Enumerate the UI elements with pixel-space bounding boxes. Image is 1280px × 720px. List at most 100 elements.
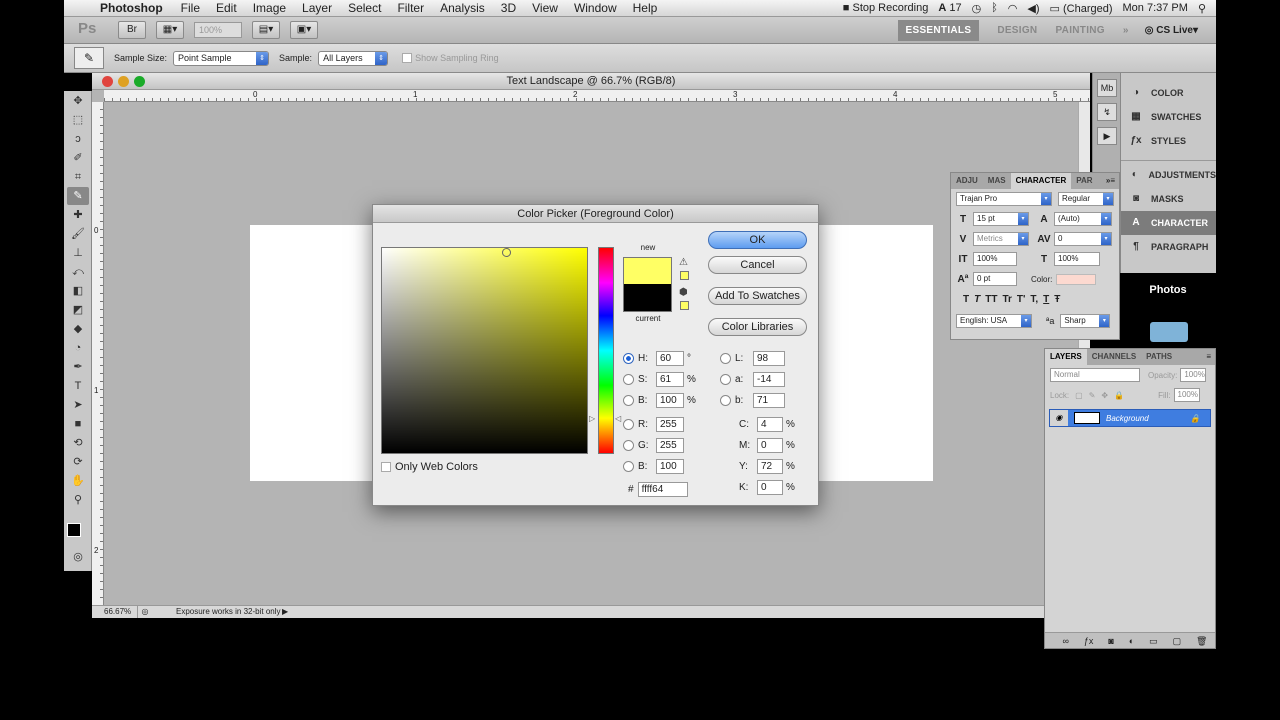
lab-b-field[interactable]: 71 [753,393,785,408]
quick-selection-tool-icon[interactable]: ✐ [67,149,89,167]
new-layer-icon[interactable]: ▢ [1173,633,1182,648]
saturation-brightness-field[interactable] [381,247,588,454]
volume-icon[interactable]: ◀) [1027,2,1039,15]
workspace-essentials[interactable]: ESSENTIALS [897,19,980,41]
wifi-icon[interactable]: ◠ [1008,2,1018,15]
vertical-scale-field[interactable]: 100% [973,252,1017,266]
brightness-field[interactable]: 100 [656,393,684,408]
panel-styles[interactable]: ƒx STYLES [1121,129,1216,153]
tab-paragraph[interactable]: PAR [1071,173,1097,189]
gradient-tool-icon[interactable]: ◩ [67,301,89,319]
ruler-vertical[interactable]: 0 1 2 [92,102,104,605]
color-libraries-button[interactable]: Color Libraries [708,318,807,336]
type-tool-icon[interactable]: T [67,377,89,395]
radio-g[interactable] [623,440,634,451]
menu-view[interactable]: View [532,1,558,15]
color-field-marker[interactable] [502,248,511,257]
delete-layer-icon[interactable]: 🗑 [1196,633,1207,648]
radio-r[interactable] [623,419,634,430]
pen-tool-icon[interactable]: ✒ [67,358,89,376]
panel-character[interactable]: A CHARACTER [1121,211,1216,235]
radio-a[interactable] [720,374,731,385]
red-field[interactable]: 255 [656,417,684,432]
radio-b[interactable] [623,395,634,406]
current-color-swatch[interactable] [623,284,672,312]
move-tool-icon[interactable]: ✥ [67,92,89,110]
battery-status[interactable]: ▭ (Charged) [1050,2,1113,15]
hand-tool-icon[interactable]: ✋ [67,472,89,490]
tab-paths[interactable]: PATHS [1141,349,1177,365]
crop-tool-icon[interactable]: ⌗ [67,168,89,186]
status-info-icon[interactable]: ◎ [138,606,152,618]
faux-bold-button[interactable]: T [963,294,969,305]
panel-paragraph[interactable]: ¶ PARAGRAPH [1121,235,1216,259]
panel-color[interactable]: ◑ COLOR [1121,81,1216,105]
menu-help[interactable]: Help [633,1,658,15]
stop-recording[interactable]: ■ Stop Recording [843,2,929,14]
time-machine-icon[interactable]: ◷ [972,2,982,15]
menu-file[interactable]: File [181,1,200,15]
screen-mode-button[interactable]: ▣▾ [290,21,318,39]
opacity-field[interactable]: 100% [1180,368,1207,382]
blue-field[interactable]: 100 [656,459,684,474]
lasso-tool-icon[interactable]: ↄ [67,130,89,148]
launch-bridge-button[interactable]: Br [118,21,146,39]
actions-icon[interactable]: ▶ [1097,127,1117,145]
ok-button[interactable]: OK [708,231,807,249]
black-field[interactable]: 0 [757,480,783,495]
panel-adjustments[interactable]: ◐ ADJUSTMENTS [1121,163,1216,187]
sample-select[interactable]: All Layers ⇕ [318,50,389,66]
desktop-folder-icon[interactable] [1150,322,1188,342]
eyedropper-tool-icon[interactable]: ✎ [67,187,89,205]
kerning-field[interactable]: Metrics ▾ [973,232,1029,246]
workspace-design[interactable]: DESIGN [997,25,1037,36]
link-layers-icon[interactable]: ∞ [1062,633,1068,648]
radio-l[interactable] [720,353,731,364]
menu-select[interactable]: Select [348,1,381,15]
lock-pixels-icon[interactable]: ✎ [1089,391,1096,400]
tab-masks[interactable]: MAS [983,173,1011,189]
layer-row-background[interactable]: ◉ Background 🔒 [1049,409,1211,427]
faux-italic-button[interactable]: T [974,294,980,305]
radio-b-rgb[interactable] [623,461,634,472]
font-style-select[interactable]: Regular ▾ [1058,192,1114,206]
status-menu-arrow-icon[interactable]: ▶ [282,606,288,618]
arrange-documents-button[interactable]: ▤▾ [252,21,280,39]
menu-edit[interactable]: Edit [216,1,237,15]
web-safe-color-swatch[interactable] [680,301,689,310]
only-web-colors-checkbox[interactable]: Only Web Colors [381,461,478,473]
history-brush-tool-icon[interactable]: ⤺ [67,263,89,281]
baseline-shift-field[interactable]: 0 pt [973,272,1017,286]
lab-l-field[interactable]: 98 [753,351,785,366]
small-caps-button[interactable]: Tr [1002,294,1011,305]
adjustment-layer-icon[interactable]: ◐ [1129,633,1134,648]
panel-menu-icon[interactable]: ≡ [1202,349,1215,365]
spotlight-icon[interactable]: ⚲ [1198,2,1206,15]
web-safe-warning-icon[interactable]: ⬢ [679,287,688,298]
eye-icon[interactable]: ◉ [1050,410,1068,426]
radio-h[interactable] [623,353,634,364]
tab-adjustments[interactable]: ADJU [951,173,983,189]
superscript-button[interactable]: T' [1017,294,1026,305]
menu-window[interactable]: Window [574,1,617,15]
bluetooth-icon[interactable]: ᛒ [991,2,998,14]
text-color-swatch[interactable] [1056,273,1097,285]
workspace-painting[interactable]: PAINTING [1055,25,1104,36]
eyedropper-preset-icon[interactable]: ✎ [74,47,104,69]
clock[interactable]: Mon 7:37 PM [1123,2,1188,14]
radio-lab-b[interactable] [720,395,731,406]
all-caps-button[interactable]: TT [985,294,997,305]
leading-field[interactable]: (Auto) ▾ [1054,212,1112,226]
3d-orbit-tool-icon[interactable]: ⟳ [67,453,89,471]
lock-transparent-icon[interactable]: ▢ [1075,391,1083,400]
lab-a-field[interactable]: -14 [753,372,785,387]
language-select[interactable]: English: USA ▾ [956,314,1032,328]
minimize-window-icon[interactable] [118,76,129,87]
blend-mode-select[interactable]: Normal [1050,368,1140,382]
view-extras-button[interactable]: ▦▾ [156,21,184,39]
ruler-horizontal[interactable]: 0 1 2 3 4 5 [104,90,1090,102]
zoom-window-icon[interactable] [134,76,145,87]
marquee-tool-icon[interactable]: ⬚ [67,111,89,129]
healing-brush-tool-icon[interactable]: ✚ [67,206,89,224]
tab-character[interactable]: CHARACTER [1010,173,1072,189]
